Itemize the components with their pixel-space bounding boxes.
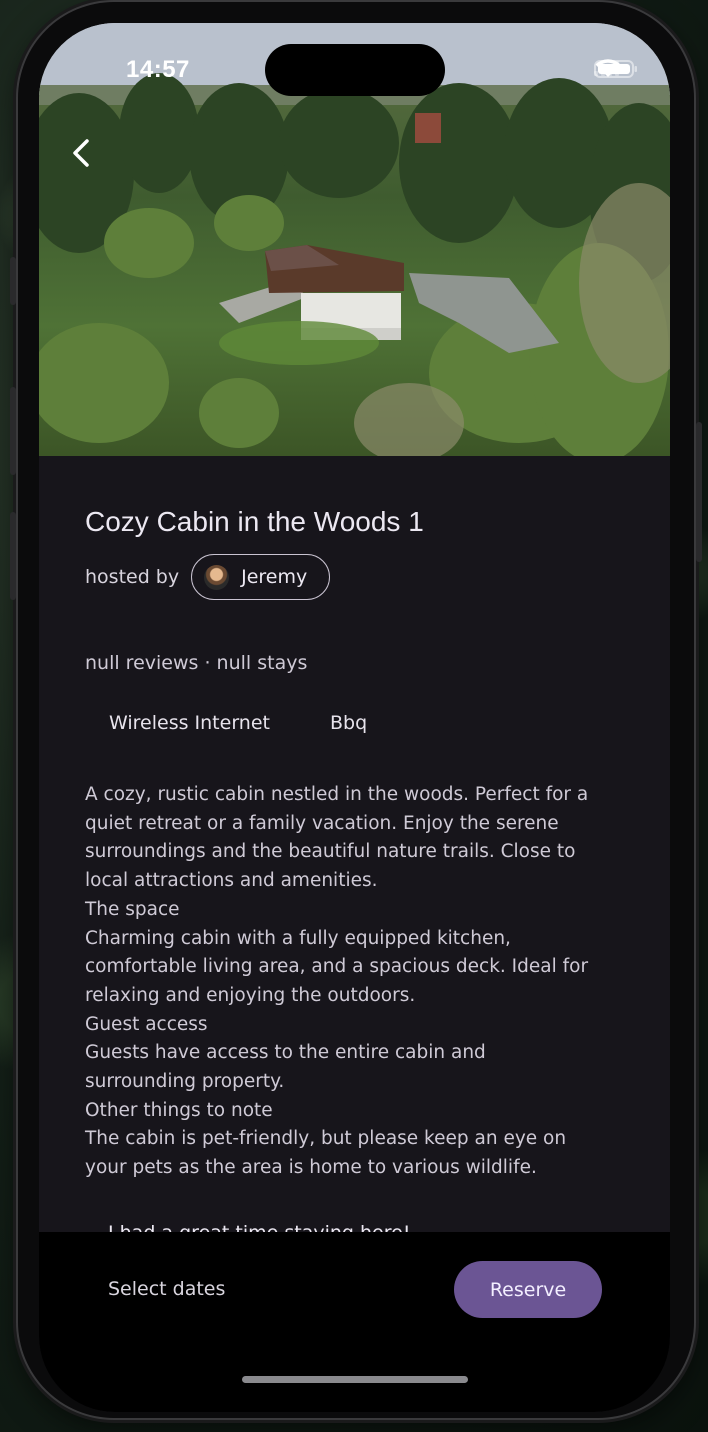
power-button [696,422,702,562]
listing-stats: null reviews · null stays [85,652,308,674]
description-line: A cozy, rustic cabin nestled in the wood… [85,784,589,805]
description-line: your pets as the area is home to various… [85,1157,537,1179]
volume-down-button [10,512,16,600]
description-line: quiet retreat or a family vacation. Enjo… [85,812,559,834]
action-button [10,257,16,305]
reserve-bar: Select dates Reserve [39,1232,670,1412]
select-dates-button[interactable]: Select dates [108,1278,225,1300]
description-line: Charming cabin with a fully equipped kit… [85,927,511,949]
listing-details: Cozy Cabin in the Woods 1 hosted by Jere… [39,456,670,1232]
app-screen: 14:57 Cozy Cabin in the Woods 1 hosted b… [39,23,670,1412]
status-time: 14:57 [126,56,190,83]
description-line: surrounding property. [85,1071,285,1093]
home-indicator[interactable] [242,1376,468,1383]
description-line: relaxing and enjoying the outdoors. [85,984,416,1006]
reserve-button[interactable]: Reserve [454,1261,602,1318]
dynamic-island [265,44,445,96]
host-row: hosted by Jeremy [85,554,331,600]
description-line: surroundings and the beautiful nature tr… [85,841,576,863]
host-chip[interactable]: Jeremy [191,554,331,600]
hosted-by-label: hosted by [85,566,180,588]
listing-title: Cozy Cabin in the Woods 1 [85,506,424,537]
chevron-left-icon [73,139,89,167]
description-heading: Guest access [85,1013,208,1035]
back-button[interactable] [67,135,97,171]
host-avatar [204,564,230,590]
listing-photo: 14:57 [39,23,670,456]
amenity-item: Wireless Internet [109,712,270,734]
review-item: I had a great time staying here! bcb0d85… [108,1222,583,1232]
description-line: Guests have access to the entire cabin a… [85,1042,486,1064]
description-line: comfortable living area, and a spacious … [85,956,589,978]
description-line: local attractions and amenities. [85,870,378,892]
review-text: I had a great time staying here! [108,1222,583,1232]
description-line: The cabin is pet-friendly, but please ke… [85,1128,567,1150]
host-name: Jeremy [241,566,308,588]
listing-description: A cozy, rustic cabin nestled in the wood… [85,781,635,1183]
amenities-list: Wireless Internet Bbq [109,712,367,734]
description-heading: The space [85,898,180,920]
volume-up-button [10,387,16,475]
amenity-item: Bbq [329,712,368,734]
description-heading: Other things to note [85,1099,273,1121]
